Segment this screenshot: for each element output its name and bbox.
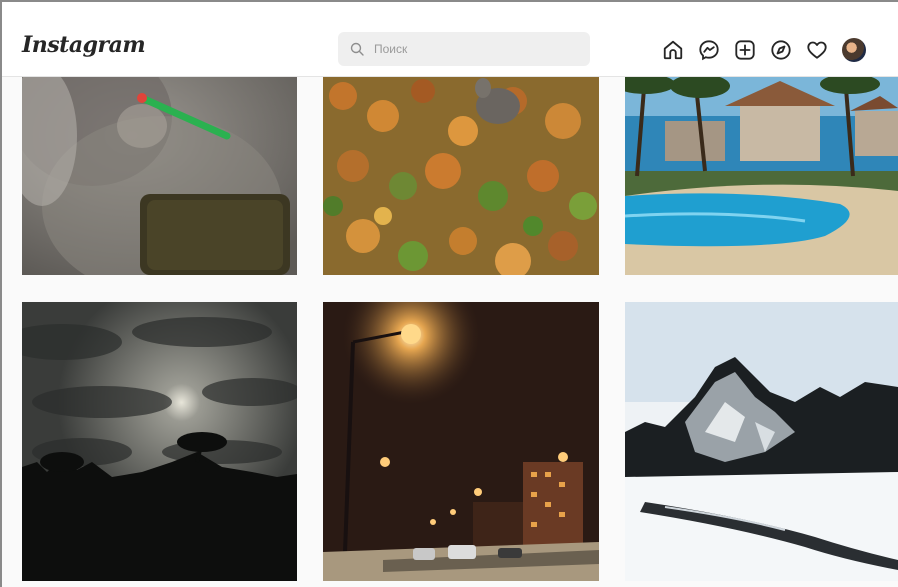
post-image-cat bbox=[22, 76, 297, 275]
search-box[interactable] bbox=[338, 32, 590, 66]
messenger-icon[interactable] bbox=[698, 39, 720, 61]
post-image-pool bbox=[625, 76, 898, 275]
instagram-logo[interactable]: Instagram bbox=[22, 32, 146, 58]
post-tile-pool[interactable] bbox=[625, 76, 898, 275]
post-tile-winter-hill[interactable] bbox=[625, 302, 898, 581]
explore-icon[interactable] bbox=[770, 39, 792, 61]
post-image-night-street bbox=[323, 302, 599, 581]
new-post-icon[interactable] bbox=[734, 39, 756, 61]
instagram-window: Instagram bbox=[0, 0, 898, 587]
nav-icons bbox=[662, 38, 866, 62]
post-image-winter-hill bbox=[625, 302, 898, 581]
window-edge-left bbox=[0, 0, 2, 587]
post-tile-night-street[interactable] bbox=[323, 302, 599, 581]
post-image-night-sky bbox=[22, 302, 297, 581]
post-tile-cat[interactable] bbox=[22, 76, 297, 275]
profile-avatar[interactable] bbox=[842, 38, 866, 62]
search-icon bbox=[350, 42, 364, 56]
home-icon[interactable] bbox=[662, 39, 684, 61]
post-tile-night-sky[interactable] bbox=[22, 302, 297, 581]
top-nav-bar: Instagram bbox=[2, 2, 898, 77]
post-tile-leaves[interactable] bbox=[323, 76, 599, 275]
activity-heart-icon[interactable] bbox=[806, 39, 828, 61]
search-input[interactable] bbox=[372, 41, 576, 57]
post-image-leaves bbox=[323, 76, 599, 275]
